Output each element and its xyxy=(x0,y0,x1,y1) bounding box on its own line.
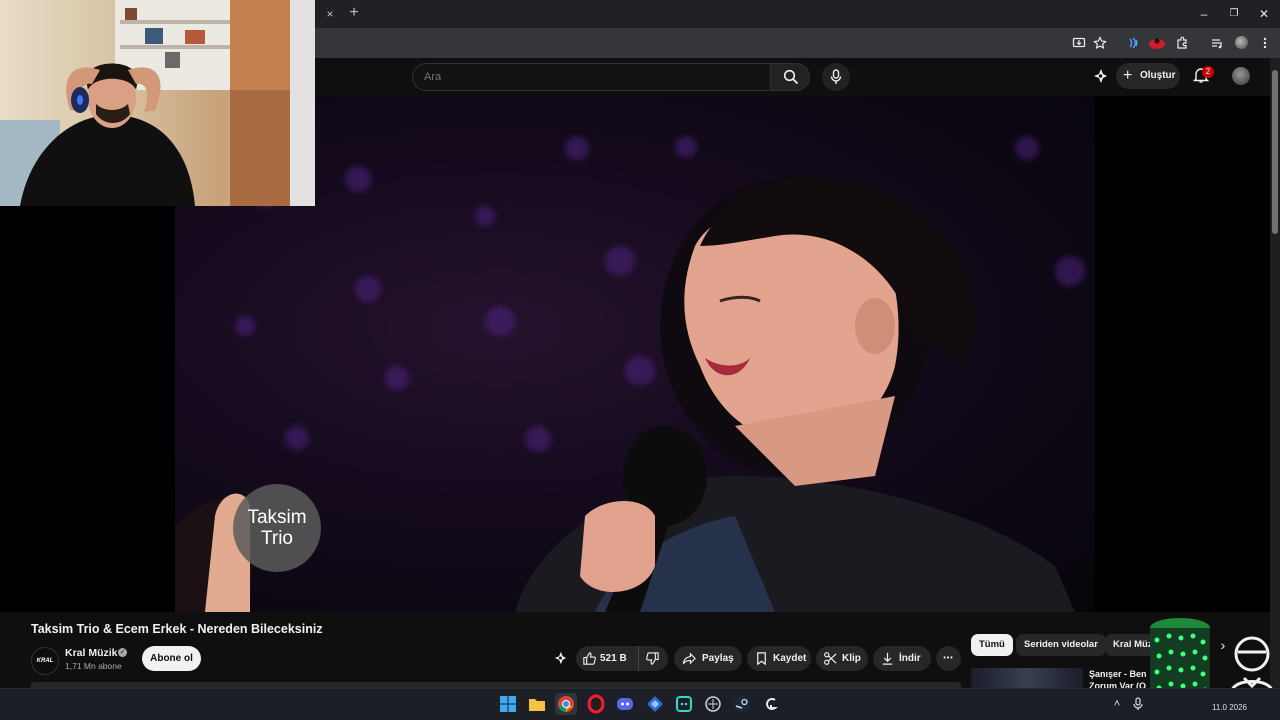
menu-icon[interactable] xyxy=(1256,34,1274,52)
save-button[interactable]: Kaydet xyxy=(747,646,811,671)
close-window-button[interactable]: ✕ xyxy=(1251,4,1277,24)
extension-red-icon[interactable] xyxy=(1148,34,1166,52)
profile-icon[interactable] xyxy=(1232,34,1250,52)
rec-title-line-1: Şanışer - Ben xyxy=(1089,669,1147,679)
plus-icon: + xyxy=(1123,67,1133,84)
subscriber-count: 1,71 Mn abone xyxy=(65,661,122,671)
chrome-icon[interactable] xyxy=(555,693,577,715)
search-button[interactable] xyxy=(770,63,810,91)
install-icon[interactable] xyxy=(1070,34,1088,52)
webcam-overlay xyxy=(0,0,315,206)
search-input[interactable] xyxy=(412,63,770,91)
maximize-button[interactable]: ❐ xyxy=(1221,4,1247,24)
windows-taskbar xyxy=(0,688,1280,720)
discord-icon[interactable] xyxy=(614,693,636,715)
share-icon xyxy=(682,652,696,665)
voice-search-button[interactable] xyxy=(822,63,850,91)
notification-badge: 2 xyxy=(1202,66,1214,78)
clip-label: Klip xyxy=(842,653,861,664)
app-g-icon[interactable] xyxy=(760,693,782,715)
dislike-button[interactable] xyxy=(638,646,668,671)
opera-icon[interactable] xyxy=(585,693,607,715)
subscribe-button[interactable]: Abone ol xyxy=(142,646,201,671)
download-icon xyxy=(882,652,893,665)
create-label: Oluştur xyxy=(1140,70,1176,81)
file-explorer-icon[interactable] xyxy=(526,693,548,715)
steam-ring-icon[interactable] xyxy=(702,693,724,715)
new-tab-button[interactable]: + xyxy=(345,4,363,22)
puzzle-icon[interactable] xyxy=(1173,34,1191,52)
sparkle-icon xyxy=(554,651,567,665)
account-avatar[interactable] xyxy=(1232,67,1250,85)
chip-from-series[interactable]: Seriden videolar xyxy=(1016,634,1106,656)
scissors-icon xyxy=(824,652,837,665)
sparkle-icon xyxy=(1094,69,1107,83)
taskbar-clock[interactable]: 11.0 2026 xyxy=(1212,703,1247,712)
tab-close-button[interactable]: × xyxy=(322,6,338,22)
download-button[interactable]: İndir xyxy=(873,646,931,671)
tray-microphone-icon[interactable] xyxy=(1131,696,1145,712)
app-teal-icon[interactable] xyxy=(673,693,695,715)
like-button[interactable]: 521 B xyxy=(576,646,638,671)
media-icon[interactable] xyxy=(1208,34,1226,52)
channel-avatar[interactable]: KRAL MÜZİK xyxy=(31,647,59,690)
logo-line-1: Taksim xyxy=(247,507,307,528)
clip-button[interactable]: Klip xyxy=(816,646,868,671)
more-actions-button[interactable]: ••• xyxy=(936,646,961,671)
create-button[interactable]: + Oluştur xyxy=(1116,63,1180,89)
thumbs-down-icon xyxy=(646,652,659,665)
search-icon xyxy=(783,69,799,85)
microphone-icon xyxy=(830,69,842,84)
like-count: 521 B xyxy=(600,653,627,664)
steam-icon[interactable] xyxy=(731,693,753,715)
thumbs-up-icon xyxy=(583,652,596,665)
verified-check-icon: ✓ xyxy=(118,648,127,657)
star-icon[interactable] xyxy=(1091,34,1109,52)
windows-start-icon[interactable] xyxy=(497,693,519,715)
bookmark-icon xyxy=(757,652,766,666)
ai-sparkle-button[interactable] xyxy=(1092,68,1108,84)
streamer-webcam-image xyxy=(0,0,315,206)
app-blue-icon[interactable] xyxy=(644,693,666,715)
ask-ai-button[interactable] xyxy=(550,646,570,671)
tray-overflow-icon[interactable]: ˄ xyxy=(1110,696,1124,712)
scrollbar-thumb[interactable] xyxy=(1272,70,1278,234)
recommended-video-thumbnail[interactable] xyxy=(971,668,1083,690)
logo-line-2: Trio xyxy=(260,528,294,549)
download-label: İndir xyxy=(899,653,921,664)
share-label: Paylaş xyxy=(702,653,734,664)
channel-name[interactable]: Kral Müzik xyxy=(65,647,118,659)
chip-all[interactable]: Tümü xyxy=(971,634,1013,656)
extension-blue-icon[interactable] xyxy=(1124,34,1142,52)
save-label: Kaydet xyxy=(773,653,807,664)
video-title: Taksim Trio & Ecem Erkek - Nereden Bilec… xyxy=(31,622,323,636)
channel-watermark-logo: Taksim Trio xyxy=(233,484,321,572)
share-button[interactable]: Paylaş xyxy=(674,646,742,671)
minimize-button[interactable]: – xyxy=(1191,4,1217,24)
